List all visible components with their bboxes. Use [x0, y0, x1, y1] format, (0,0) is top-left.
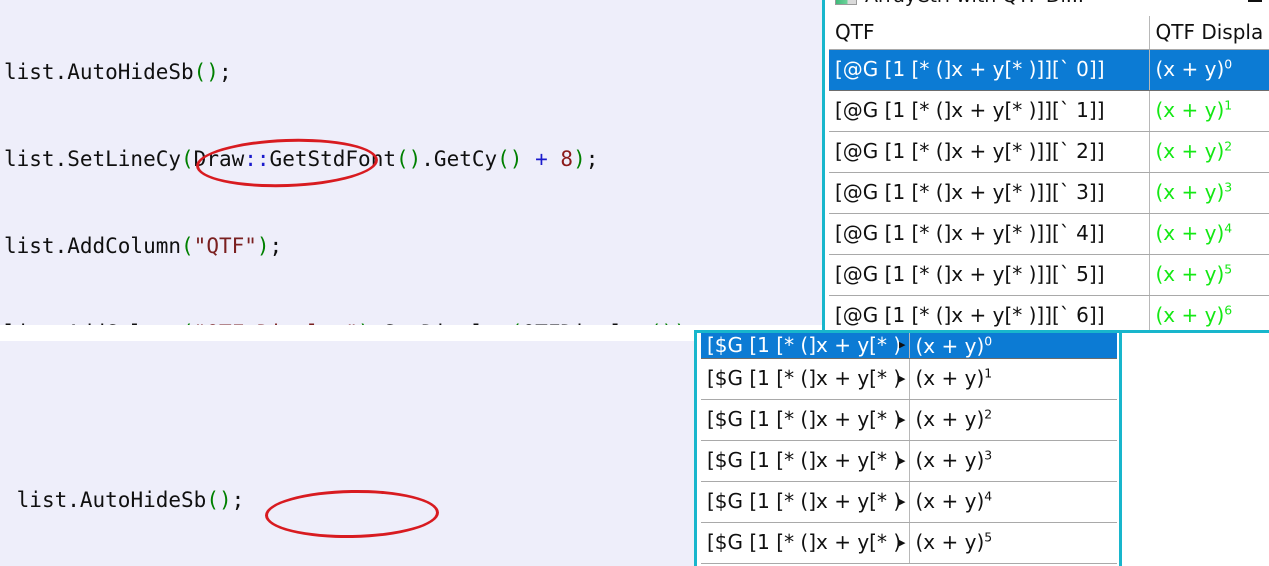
table-row[interactable]: [@G [1 [* (]x + y[* )]][` 0]] (x + y)0 — [829, 49, 1269, 91]
cell-qtf-display[interactable]: (x + y)5 — [1149, 254, 1269, 296]
table-header-row: QTF QTF Displa — [829, 16, 1269, 50]
code-line-blank[interactable] — [0, 399, 697, 428]
cell-qtf-source[interactable]: [$G [1 [* (]x + y[* ) ▸ — [701, 440, 910, 482]
cell-qtf-display[interactable]: (x + y)3 — [1149, 172, 1269, 214]
cell-qtf-display[interactable]: (x + y)2 — [1149, 131, 1269, 173]
arrayctrl-grid-wrap-top[interactable]: QTF QTF Displa [@G [1 [* (]x + y[* )]][`… — [825, 11, 1269, 330]
cell-qtf-source[interactable]: [$G [1 [* (]x + y[* ) ▸ — [701, 333, 910, 359]
cell-qtf-source[interactable]: [$G [1 [* (]x + y[* ) ▸ — [701, 522, 910, 564]
title-bar-top[interactable]: ArrayCtrl with QTF Di... — [825, 0, 1269, 11]
clip-marker-icon: ▸ — [898, 494, 906, 510]
table-row[interactable]: [@G [1 [* (]x + y[* )]][` 4]] (x + y)4 — [829, 213, 1269, 255]
table-row[interactable]: [@G [1 [* (]x + y[* )]][` 3]] (x + y)3 — [829, 172, 1269, 214]
cell-qtf-display[interactable]: (x + y)0 — [909, 333, 1117, 359]
arrayctrl-window-top[interactable]: ArrayCtrl with QTF Di... QTF QTF Displa … — [822, 0, 1269, 333]
cell-qtf-source[interactable]: [@G [1 [* (]x + y[* )]][` 6]] — [829, 295, 1150, 330]
cell-qtf-source[interactable]: [@G [1 [* (]x + y[* )]][` 0]] — [829, 49, 1150, 91]
column-header-qtf[interactable]: QTF — [829, 16, 1150, 50]
table-row[interactable]: [$G [1 [* (]x + y[* ) ▸ (x + y)1 — [701, 358, 1117, 400]
app-icon — [835, 0, 857, 5]
code-line[interactable]: list.AddColumn("QTF"); — [0, 232, 828, 261]
cell-qtf-display[interactable]: (x + y)6 — [1149, 295, 1269, 330]
window-title: ArrayCtrl with QTF Di... — [865, 0, 1084, 7]
table-row[interactable]: [@G [1 [* (]x + y[* )]][` 5]] (x + y)5 — [829, 254, 1269, 296]
clip-marker-icon: ▸ — [898, 371, 906, 387]
table-row[interactable]: [$G [1 [* (]x + y[* ) ▸ (x + y)4 — [701, 481, 1117, 523]
code-line[interactable]: list.AutoHideSb(); — [0, 58, 828, 87]
table-row[interactable]: [$G [1 [* (]x + y[* ) ▸ (x + y)0 — [701, 333, 1117, 359]
cell-qtf-display[interactable]: (x + y)3 — [909, 440, 1117, 482]
arrayctrl-grid-wrap-bottom[interactable]: [$G [1 [* (]x + y[* ) ▸ (x + y)0 [$G [1 [… — [697, 333, 1119, 564]
code-editor-top[interactable]: list.AutoHideSb(); list.SetLineCy(Draw::… — [0, 0, 828, 325]
screenshot-root: list.AutoHideSb(); list.SetLineCy(Draw::… — [0, 0, 1269, 566]
cell-qtf-source[interactable]: [@G [1 [* (]x + y[* )]][` 2]] — [829, 131, 1150, 173]
clip-marker-icon: ▸ — [898, 412, 906, 428]
cell-qtf-display[interactable]: (x + y)4 — [909, 481, 1117, 523]
table-row[interactable]: [$G [1 [* (]x + y[* ) ▸ (x + y)3 — [701, 440, 1117, 482]
clip-marker-icon: ▸ — [898, 453, 906, 469]
code-line[interactable]: list.SetLineCy(Draw::GetStdFont().GetCy(… — [0, 145, 828, 174]
window-buttons[interactable] — [1242, 0, 1268, 9]
clip-marker-icon: ▸ — [898, 337, 906, 353]
code-line[interactable]: list.AutoHideSb(); — [0, 486, 697, 515]
cell-qtf-source[interactable]: [@G [1 [* (]x + y[* )]][` 4]] — [829, 213, 1150, 255]
maximize-button[interactable] — [1242, 0, 1268, 9]
cell-qtf-source[interactable]: [@G [1 [* (]x + y[* )]][` 5]] — [829, 254, 1150, 296]
cell-qtf-display[interactable]: (x + y)0 — [1149, 49, 1269, 91]
table-row[interactable]: [@G [1 [* (]x + y[* )]][` 2]] (x + y)2 — [829, 131, 1269, 173]
table-row[interactable]: [@G [1 [* (]x + y[* )]][` 1]] (x + y)1 — [829, 90, 1269, 132]
code-editor-bottom[interactable]: list.AutoHideSb(); list.SetLineCy(Draw::… — [0, 341, 697, 566]
arrayctrl-grid-top[interactable]: QTF QTF Displa [@G [1 [* (]x + y[* )]][`… — [829, 16, 1269, 330]
cell-qtf-source[interactable]: [@G [1 [* (]x + y[* )]][` 1]] — [829, 90, 1150, 132]
cell-qtf-source[interactable]: [$G [1 [* (]x + y[* ) ▸ — [701, 358, 910, 400]
cell-qtf-display[interactable]: (x + y)4 — [1149, 213, 1269, 255]
cell-qtf-source[interactable]: [@G [1 [* (]x + y[* )]][` 3]] — [829, 172, 1150, 214]
cell-qtf-display[interactable]: (x + y)1 — [1149, 90, 1269, 132]
table-row[interactable]: [$G [1 [* (]x + y[* ) ▸ (x + y)5 — [701, 522, 1117, 564]
cell-qtf-source[interactable]: [$G [1 [* (]x + y[* ) ▸ — [701, 399, 910, 441]
arrayctrl-grid-bottom[interactable]: [$G [1 [* (]x + y[* ) ▸ (x + y)0 [$G [1 [… — [701, 333, 1117, 564]
cell-qtf-display[interactable]: (x + y)1 — [909, 358, 1117, 400]
code-line[interactable]: list.AddColumn("QTF Display").SetDisplay… — [0, 319, 828, 325]
cell-qtf-display[interactable]: (x + y)5 — [909, 522, 1117, 564]
table-row[interactable]: [@G [1 [* (]x + y[* )]][` 6]] (x + y)6 — [829, 295, 1269, 330]
cell-qtf-display[interactable]: (x + y)2 — [909, 399, 1117, 441]
arrayctrl-window-bottom[interactable]: [$G [1 [* (]x + y[* ) ▸ (x + y)0 [$G [1 [… — [694, 330, 1122, 566]
cell-qtf-source[interactable]: [$G [1 [* (]x + y[* ) ▸ — [701, 481, 910, 523]
column-header-qtf-display[interactable]: QTF Displa — [1149, 16, 1269, 50]
clip-marker-icon: ▸ — [898, 535, 906, 551]
table-row[interactable]: [$G [1 [* (]x + y[* ) ▸ (x + y)2 — [701, 399, 1117, 441]
